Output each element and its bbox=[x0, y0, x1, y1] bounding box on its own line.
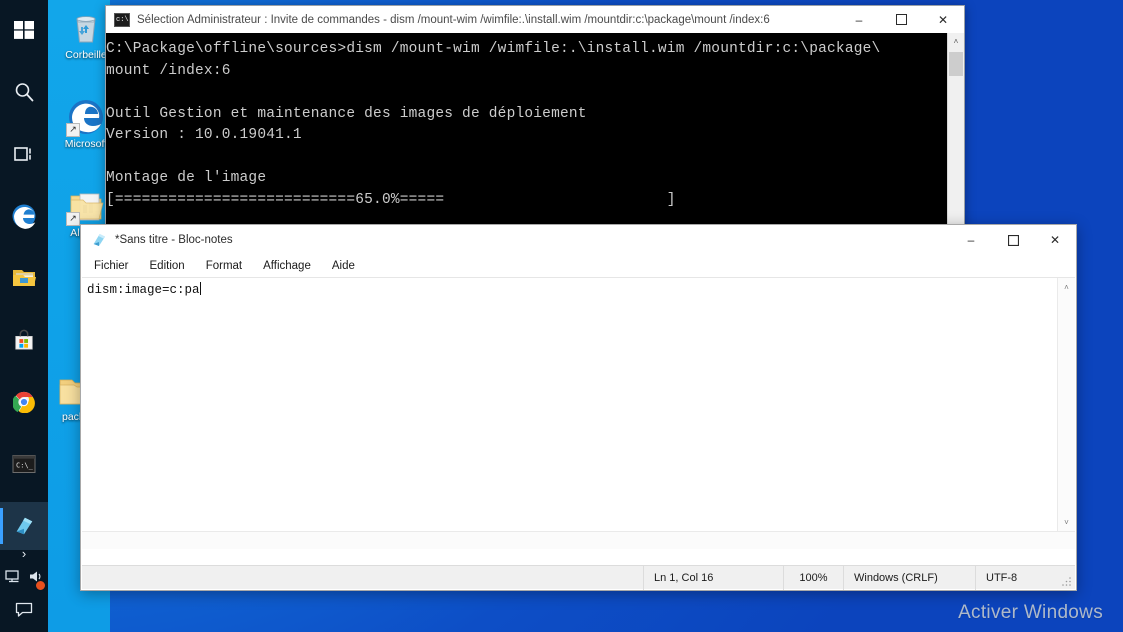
close-button[interactable]: ✕ bbox=[1034, 227, 1076, 254]
taskbar-start-button[interactable] bbox=[0, 6, 48, 54]
maximize-button[interactable] bbox=[880, 6, 922, 33]
taskbar-microsoft-store-button[interactable] bbox=[0, 316, 48, 364]
menu-aide[interactable]: Aide bbox=[329, 259, 358, 273]
notepad-edit-area[interactable]: dism:image=c:pa ˄ ˅ bbox=[82, 277, 1075, 549]
shortcut-arrow-icon: ↗ bbox=[66, 212, 80, 226]
recycle-bin-icon bbox=[66, 8, 106, 48]
folder-icon bbox=[11, 266, 37, 290]
notepad-text-viewport[interactable]: dism:image=c:pa bbox=[82, 278, 1057, 531]
notepad-menubar: Fichier Edition Format Affichage Aide bbox=[81, 255, 1076, 277]
command-prompt-window-controls: – ✕ bbox=[838, 6, 964, 33]
network-icon[interactable] bbox=[5, 569, 22, 589]
search-icon bbox=[13, 81, 35, 103]
menu-format[interactable]: Format bbox=[203, 259, 245, 273]
shortcut-arrow-icon: ↗ bbox=[66, 123, 80, 137]
notepad-window-controls: – ✕ bbox=[950, 227, 1076, 254]
notepad-icon bbox=[13, 515, 35, 537]
notepad-icon bbox=[91, 232, 107, 248]
cursor-position-indicator: Ln 1, Col 16 bbox=[643, 565, 783, 590]
taskbar: C:\_ › bbox=[0, 0, 48, 632]
tray-action-center-button[interactable] bbox=[0, 592, 48, 632]
zoom-level-indicator[interactable]: 100% bbox=[783, 565, 843, 590]
command-prompt-window[interactable]: Sélection Administrateur : Invite de com… bbox=[105, 5, 965, 232]
volume-alert-badge bbox=[35, 580, 46, 591]
scrollbar-thumb[interactable] bbox=[949, 52, 963, 76]
store-icon bbox=[13, 329, 35, 351]
notepad-titlebar[interactable]: *Sans titre - Bloc-notes – ✕ bbox=[81, 225, 1076, 255]
command-prompt-title: Sélection Administrateur : Invite de com… bbox=[137, 13, 770, 26]
taskbar-chrome-button[interactable] bbox=[0, 378, 48, 426]
encoding-indicator: UTF-8 bbox=[975, 565, 1075, 590]
command-prompt-scrollbar[interactable]: ˄ bbox=[947, 33, 964, 231]
console-icon: C:\_ bbox=[12, 454, 36, 474]
edge-icon: ↗ bbox=[66, 97, 106, 137]
windows-activation-watermark: Activer Windows bbox=[958, 602, 1103, 623]
notepad-statusbar: Ln 1, Col 16 100% Windows (CRLF) UTF-8 bbox=[82, 565, 1075, 590]
taskbar-search-button[interactable] bbox=[0, 68, 48, 116]
console-icon bbox=[114, 12, 130, 27]
notepad-text-value: dism:image=c:pa bbox=[87, 283, 200, 297]
notepad-vertical-scrollbar[interactable]: ˄ ˅ bbox=[1057, 278, 1075, 531]
task-view-icon bbox=[13, 143, 35, 165]
taskbar-edge-button[interactable] bbox=[0, 192, 48, 240]
maximize-button[interactable] bbox=[992, 227, 1034, 254]
edge-icon bbox=[11, 203, 37, 229]
console-output-text: C:\Package\offline\sources>dism /mount-w… bbox=[106, 41, 881, 208]
line-ending-indicator: Windows (CRLF) bbox=[843, 565, 975, 590]
scroll-down-arrow-icon[interactable]: ˅ bbox=[1058, 513, 1075, 531]
tray-show-hidden-icons[interactable]: › bbox=[0, 540, 48, 566]
taskbar-task-view-button[interactable] bbox=[0, 130, 48, 178]
command-prompt-titlebar[interactable]: Sélection Administrateur : Invite de com… bbox=[106, 6, 964, 34]
taskbar-file-explorer-button[interactable] bbox=[0, 254, 48, 302]
action-center-icon bbox=[15, 602, 33, 623]
taskbar-tray: › bbox=[0, 540, 48, 632]
chrome-icon bbox=[13, 391, 35, 413]
minimize-button[interactable]: – bbox=[838, 6, 880, 33]
command-prompt-console[interactable]: C:\Package\offline\sources>dism /mount-w… bbox=[106, 33, 964, 231]
resize-grip[interactable] bbox=[1061, 575, 1073, 587]
menu-fichier[interactable]: Fichier bbox=[91, 259, 132, 273]
notepad-title: *Sans titre - Bloc-notes bbox=[115, 234, 233, 246]
menu-affichage[interactable]: Affichage bbox=[260, 259, 314, 273]
tray-status-icons bbox=[0, 566, 48, 592]
scroll-up-arrow-icon[interactable]: ˄ bbox=[1058, 278, 1075, 296]
notepad-window[interactable]: *Sans titre - Bloc-notes – ✕ Fichier Edi… bbox=[80, 224, 1077, 591]
scroll-up-arrow-icon[interactable]: ˄ bbox=[948, 33, 964, 50]
folder-document-icon: ↗ bbox=[66, 186, 106, 226]
minimize-button[interactable]: – bbox=[950, 227, 992, 254]
menu-edition[interactable]: Edition bbox=[147, 259, 188, 273]
close-button[interactable]: ✕ bbox=[922, 6, 964, 33]
text-caret bbox=[199, 282, 201, 295]
windows-logo-icon bbox=[13, 19, 35, 41]
svg-text:C:\_: C:\_ bbox=[16, 462, 34, 470]
notepad-text-content[interactable]: dism:image=c:pa bbox=[82, 278, 1057, 298]
chevron-right-icon: › bbox=[21, 545, 27, 561]
notepad-horizontal-scrollbar[interactable] bbox=[82, 531, 1075, 549]
volume-icon[interactable] bbox=[28, 569, 46, 591]
taskbar-command-prompt-button[interactable]: C:\_ bbox=[0, 440, 48, 488]
